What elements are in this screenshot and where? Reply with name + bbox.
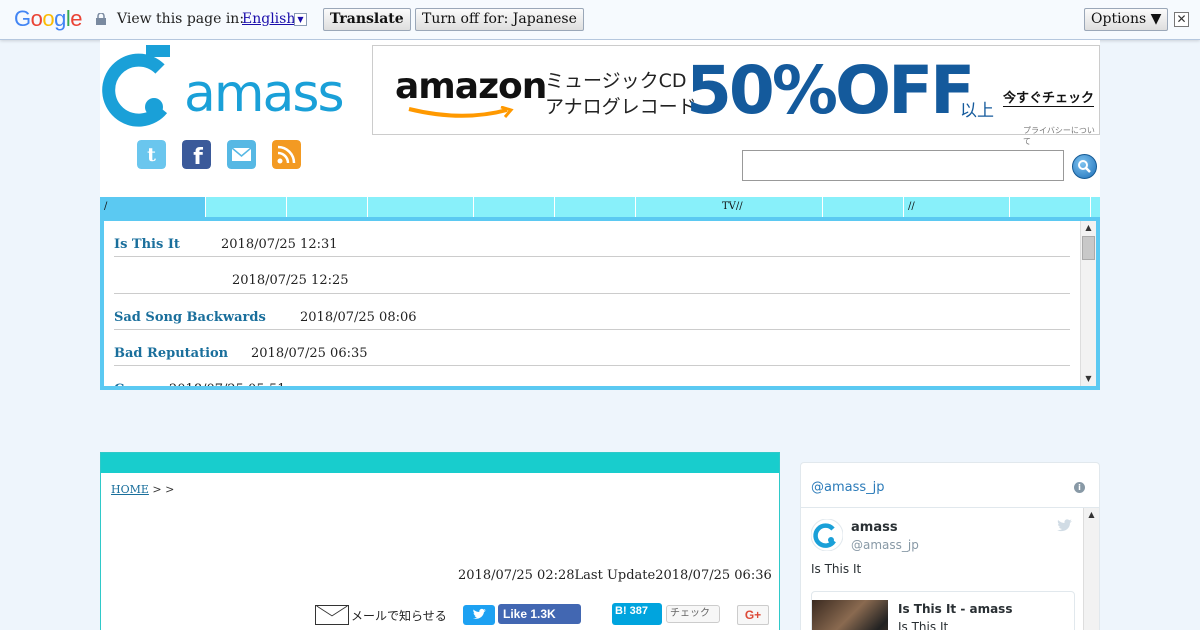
nav-item-2[interactable]	[206, 197, 287, 217]
facebook-icon[interactable]: f	[182, 140, 211, 169]
twitter-bird-icon[interactable]	[1057, 519, 1073, 533]
tweet-link-card[interactable]: Is This It - amass Is This It	[811, 591, 1075, 630]
avatar[interactable]	[811, 519, 843, 551]
timeline-handle[interactable]: @amass_jp	[811, 480, 885, 495]
card-title[interactable]: Is This It - amass	[898, 602, 1012, 616]
tweet-text: Is This It	[811, 562, 862, 576]
news-date: 2018/07/25 06:35	[251, 346, 368, 361]
news-date: 2018/07/25 05:51	[169, 382, 286, 390]
hatena-bookmark-button[interactable]: B! 387	[612, 603, 662, 625]
article-meta: 2018/07/25 02:28Last Update2018/07/25 06…	[458, 568, 772, 583]
info-icon[interactable]: i	[1074, 482, 1085, 493]
translate-prompt: View this page in:	[117, 11, 245, 27]
list-item[interactable]: Bad Reputation 2018/07/25 06:35	[114, 330, 1070, 366]
options-button[interactable]: Options ▼	[1084, 8, 1169, 31]
divider	[801, 507, 1099, 508]
search-button[interactable]	[1072, 154, 1097, 179]
search-icon	[1078, 160, 1091, 173]
close-icon[interactable]: ✕	[1174, 12, 1189, 27]
svg-text:f: f	[193, 145, 203, 169]
scroll-down-icon[interactable]: ▼	[1081, 372, 1096, 386]
site-header: amass t f amazon ミュージックCD アナログレコード 50%OF…	[100, 40, 1100, 197]
news-date: 2018/07/25 12:25	[232, 273, 349, 288]
translate-bar: Google View this page in: English ▼ Tran…	[0, 0, 1200, 40]
article-header-bar	[101, 453, 779, 473]
rss-icon[interactable]	[272, 140, 301, 169]
category-nav: / TV// //	[100, 197, 1100, 217]
banner-privacy[interactable]: プライバシーについて	[1023, 125, 1099, 147]
news-title[interactable]: Is This It	[114, 237, 180, 252]
facebook-like-button[interactable]: Like 1.3K	[498, 604, 581, 624]
list-item[interactable]: Is This It 2018/07/25 12:31	[114, 221, 1070, 257]
amazon-smile-icon	[408, 106, 514, 118]
search-input[interactable]	[742, 150, 1064, 181]
twitter-icon[interactable]: t	[137, 140, 166, 169]
nav-item-9[interactable]: //	[904, 197, 1010, 217]
mail-icon[interactable]	[227, 140, 256, 169]
google-logo: Google	[14, 6, 83, 31]
list-item[interactable]: Sad Song Backwards 2018/07/25 08:06	[114, 294, 1070, 330]
list-item[interactable]: C 2018/07/25 05:51	[114, 366, 1070, 390]
tweet-author-name[interactable]: amass	[851, 520, 898, 535]
nav-item-5[interactable]	[474, 197, 555, 217]
mixi-check-button[interactable]: チェック	[666, 605, 720, 623]
last-update-date: 2018/07/25 06:36	[655, 568, 772, 583]
card-thumbnail	[812, 600, 888, 630]
latest-news-list: Is This It 2018/07/25 12:31 2018/07/25 1…	[100, 217, 1100, 390]
google-plus-button[interactable]: G+	[737, 605, 769, 625]
nav-item-tv[interactable]: TV//	[636, 197, 823, 217]
nav-item-4[interactable]	[368, 197, 474, 217]
nav-item-6[interactable]	[555, 197, 636, 217]
amass-logo-icon[interactable]	[100, 45, 174, 129]
turn-off-button[interactable]: Turn off for: Japanese	[415, 8, 584, 31]
chevron-down-icon[interactable]: ▼	[294, 13, 307, 26]
envelope-icon[interactable]	[315, 605, 349, 625]
banner-line-1: ミュージックCD	[545, 70, 687, 92]
twitter-bird-icon	[473, 608, 486, 619]
news-scrollbar[interactable]: ▲ ▼	[1080, 221, 1096, 386]
news-date: 2018/07/25 08:06	[300, 310, 417, 325]
nav-item-8[interactable]	[823, 197, 904, 217]
amazon-brand: amazon	[395, 66, 547, 107]
breadcrumb: HOME > >	[111, 483, 174, 496]
language-select[interactable]: English	[242, 11, 295, 27]
nav-item-3[interactable]	[287, 197, 368, 217]
banner-cta[interactable]: 今すぐチェック	[1003, 87, 1095, 107]
news-title[interactable]: C	[114, 382, 124, 386]
mail-share-label[interactable]: メールで知らせる	[351, 607, 447, 624]
scroll-up-icon[interactable]: ▲	[1081, 221, 1096, 235]
banner-discount: 50%OFF	[686, 52, 975, 129]
site-logo-text[interactable]: amass	[184, 64, 345, 124]
timeline-scrollbar[interactable]: ▲	[1083, 508, 1099, 630]
last-update-label: Last Update	[574, 568, 656, 583]
news-title[interactable]: Bad Reputation	[114, 346, 228, 361]
scroll-thumb[interactable]	[1082, 236, 1095, 260]
lock-icon	[96, 13, 106, 25]
list-item[interactable]: 2018/07/25 12:25	[114, 258, 1070, 294]
translate-button[interactable]: Translate	[323, 8, 411, 31]
tweet-button[interactable]	[463, 605, 495, 625]
breadcrumb-separator: >	[165, 483, 175, 496]
breadcrumb-home[interactable]: HOME	[111, 483, 149, 496]
card-description: Is This It	[898, 620, 949, 630]
amazon-ad-banner[interactable]: amazon ミュージックCD アナログレコード 50%OFF 以上 今すぐチェ…	[372, 45, 1100, 146]
twitter-timeline-widget: @amass_jp i ▲ amass @amass_jp Is This It…	[800, 462, 1100, 630]
posted-date: 2018/07/25 02:28	[458, 568, 575, 583]
breadcrumb-separator: >	[152, 483, 162, 496]
banner-line-2: アナログレコード	[545, 96, 697, 118]
news-title[interactable]: Sad Song Backwards	[114, 310, 266, 325]
svg-text:t: t	[147, 144, 156, 166]
news-date: 2018/07/25 12:31	[221, 237, 338, 252]
article-panel: HOME > > 2018/07/25 02:28Last Update2018…	[100, 452, 780, 630]
nav-item-1[interactable]: /	[100, 197, 206, 217]
nav-item-10[interactable]	[1010, 197, 1091, 217]
banner-discount-suffix: 以上	[960, 101, 994, 121]
tweet-author-handle[interactable]: @amass_jp	[851, 538, 919, 552]
scroll-up-icon[interactable]: ▲	[1084, 508, 1099, 522]
nav-item-11[interactable]	[1091, 197, 1100, 217]
